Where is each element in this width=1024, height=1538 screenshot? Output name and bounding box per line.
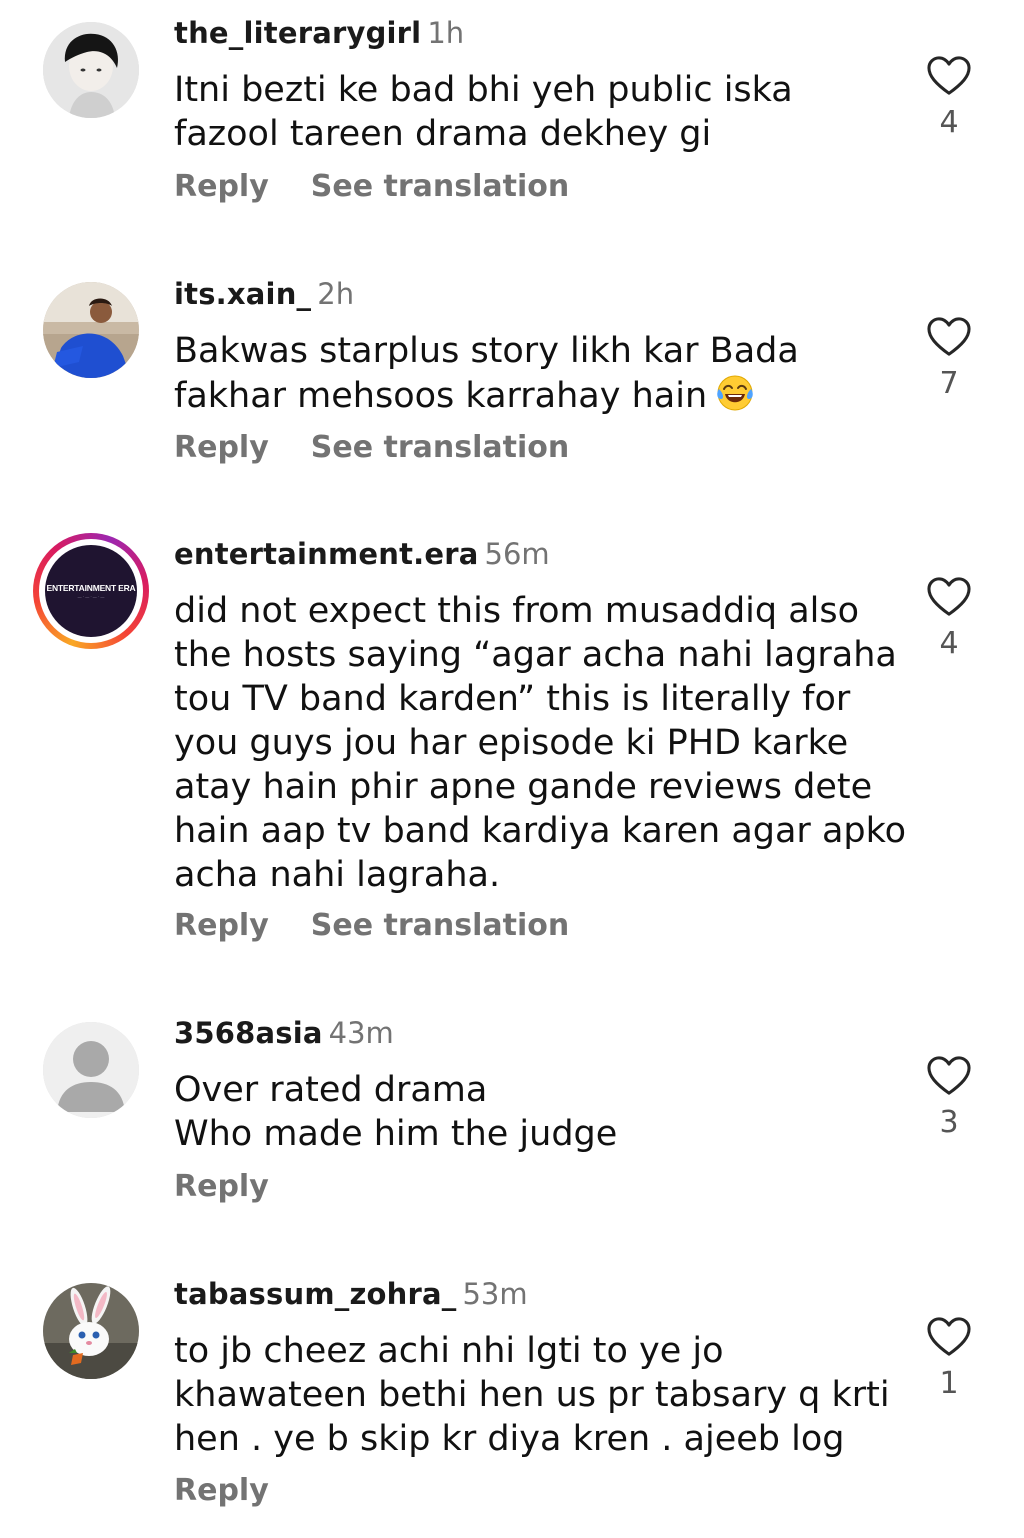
- avatar-logo-subline: — · — · — · —: [77, 594, 105, 599]
- comment-line: hain aap tv band kardiya karen agar apko: [174, 811, 907, 851]
- heart-outline-icon[interactable]: [926, 1055, 972, 1097]
- heart-outline-icon[interactable]: [926, 316, 972, 358]
- bunny-avatar-icon: [43, 1283, 139, 1379]
- comment-header: entertainment.era 56m: [174, 536, 550, 572]
- like-count: 4: [939, 626, 959, 661]
- like-control[interactable]: 1: [925, 1316, 973, 1402]
- comment-actions: Reply: [174, 1168, 269, 1206]
- comment-text: Bakwas starplus story likh kar Bada fakh…: [174, 329, 874, 418]
- comment-actions: Reply: [174, 1472, 269, 1510]
- comment-line: the hosts saying “agar acha nahi lagraha: [174, 635, 897, 675]
- reply-button[interactable]: Reply: [174, 169, 269, 204]
- timestamp: 2h: [317, 277, 355, 311]
- reply-button[interactable]: Reply: [174, 1169, 269, 1204]
- username[interactable]: entertainment.era: [174, 537, 479, 571]
- comment-line-text: fakhar mehsoos karrahay hain: [174, 376, 708, 416]
- comment-line: did not expect this from musaddiq also: [174, 591, 860, 631]
- reply-button[interactable]: Reply: [174, 430, 269, 465]
- see-translation-button[interactable]: See translation: [311, 169, 569, 204]
- comment-line: acha nahi lagraha.: [174, 855, 501, 895]
- comment-header: tabassum_zohra_ 53m: [174, 1276, 528, 1312]
- comment-line: khawateen bethi hen us pr tabsary q krti: [174, 1375, 890, 1415]
- comment-line: hen . ye b skip kr diya kren . ajeeb log: [174, 1419, 845, 1459]
- avatar[interactable]: [43, 22, 139, 118]
- default-user-icon: [43, 1022, 139, 1118]
- avatar[interactable]: [43, 282, 139, 378]
- comment-text: did not expect this from musaddiq also t…: [174, 589, 907, 897]
- comment-actions: Reply See translation: [174, 168, 569, 206]
- timestamp: 1h: [427, 16, 465, 50]
- comment-text: to jb cheez achi nhi lgti to ye jo khawa…: [174, 1329, 890, 1461]
- comment-actions: Reply See translation: [174, 907, 569, 945]
- comment-text: Over rated drama Who made him the judge: [174, 1068, 874, 1156]
- like-control[interactable]: 4: [925, 55, 973, 141]
- timestamp: 53m: [462, 1277, 528, 1311]
- reply-button[interactable]: Reply: [174, 1473, 269, 1508]
- comment-actions: Reply See translation: [174, 429, 569, 467]
- see-translation-button[interactable]: See translation: [311, 430, 569, 465]
- profile-photo-icon: [43, 282, 139, 378]
- comment-text: Itni bezti ke bad bhi yeh public iska fa…: [174, 68, 874, 156]
- timestamp: 56m: [484, 537, 550, 571]
- username[interactable]: its.xain_: [174, 277, 311, 311]
- reply-button[interactable]: Reply: [174, 908, 269, 943]
- comment-line: Itni bezti ke bad bhi yeh public iska: [174, 70, 793, 110]
- like-control[interactable]: 3: [925, 1055, 973, 1141]
- avatar[interactable]: ENTERTAINMENT ERA — · — · — · —: [33, 533, 149, 649]
- see-translation-button[interactable]: See translation: [311, 908, 569, 943]
- heart-outline-icon[interactable]: [926, 55, 972, 97]
- comment-line: Over rated drama: [174, 1070, 488, 1110]
- comment-line: fazool tareen drama dekhey gi: [174, 114, 712, 154]
- like-count: 1: [939, 1366, 959, 1401]
- comment-header: 3568asia 43m: [174, 1015, 394, 1051]
- username[interactable]: the_literarygirl: [174, 16, 421, 50]
- avatar[interactable]: [43, 1283, 139, 1379]
- comment-line: to jb cheez achi nhi lgti to ye jo: [174, 1331, 724, 1371]
- timestamp: 43m: [328, 1016, 394, 1050]
- like-count: 3: [939, 1105, 959, 1140]
- story-ring-avatar-icon: ENTERTAINMENT ERA — · — · — · —: [45, 545, 137, 637]
- comment-line: fakhar mehsoos karrahay hain: [174, 373, 874, 418]
- heart-outline-icon[interactable]: [926, 1316, 972, 1358]
- comment-line: Bakwas starplus story likh kar Bada: [174, 331, 799, 371]
- comment-line: Who made him the judge: [174, 1114, 618, 1154]
- avatar[interactable]: [43, 1022, 139, 1118]
- comment-line: tou TV band karden” this is literally fo…: [174, 679, 851, 719]
- like-control[interactable]: 4: [925, 576, 973, 662]
- comment-line: atay hain phir apne gande reviews dete: [174, 767, 873, 807]
- like-control[interactable]: 7: [925, 316, 973, 402]
- comment-line: you guys jou har episode ki PHD karke: [174, 723, 849, 763]
- heart-outline-icon[interactable]: [926, 576, 972, 618]
- like-count: 4: [939, 105, 959, 140]
- comment-header: its.xain_ 2h: [174, 276, 354, 312]
- comment-header: the_literarygirl 1h: [174, 15, 464, 51]
- profile-photo-icon: [43, 22, 139, 118]
- face-with-tears-of-joy-icon: [717, 375, 753, 411]
- username[interactable]: 3568asia: [174, 1016, 323, 1050]
- avatar-logo-text: ENTERTAINMENT ERA: [46, 583, 136, 593]
- like-count: 7: [939, 366, 959, 401]
- username[interactable]: tabassum_zohra_: [174, 1277, 456, 1311]
